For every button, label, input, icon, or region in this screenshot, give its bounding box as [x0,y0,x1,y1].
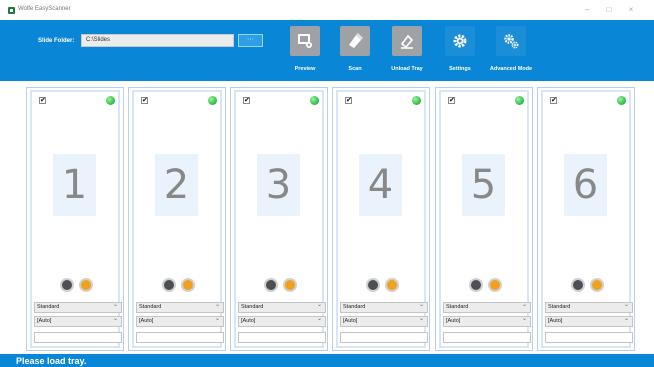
slide-preview-area: 5 [462,154,505,216]
slide-name-input[interactable] [136,332,224,343]
minimize-button[interactable]: – [580,4,594,16]
maximize-button[interactable]: □ [602,4,616,16]
status-message: Please load tray. [16,356,87,366]
app-logo-icon [8,7,15,14]
slot-4: ✔ 4 Standard [Auto] [332,87,430,351]
unload-icon [392,26,422,56]
slot-checkbox[interactable]: ✔ [141,97,148,104]
slot-checkbox[interactable]: ✔ [39,97,46,104]
slot-checkbox[interactable]: ✔ [345,97,352,104]
slot-action-button-dark[interactable] [366,278,380,292]
slide-name-input[interactable] [340,332,428,343]
slot-action-button-dark[interactable] [162,278,176,292]
slot-panel: ✔ 1 Standard [Auto] [30,90,122,348]
slot-checkbox[interactable]: ✔ [550,97,557,104]
slot-action-button-orange[interactable] [283,278,297,292]
slide-folder-label: Slide Folder: [38,38,75,44]
option-select[interactable]: [Auto] [545,315,633,327]
status-led-icon [208,96,217,105]
option-select[interactable]: [Auto] [443,315,531,327]
slot-panel: ✔ 2 Standard [Auto] [132,90,224,348]
slot-number: 4 [367,162,394,208]
status-bar: Please load tray. [0,354,654,367]
slide-preview-area: 4 [359,154,402,216]
slide-name-input[interactable] [443,332,531,343]
slide-name-input[interactable] [545,332,633,343]
slot-2: ✔ 2 Standard [Auto] [128,87,226,351]
slide-folder-input[interactable]: C:\Slides [81,34,234,47]
slot-action-button-orange[interactable] [590,278,604,292]
slide-preview-area: 2 [155,154,198,216]
slot-3: ✔ 3 Standard [Auto] [230,87,328,351]
slot-action-button-dark[interactable] [264,278,278,292]
mode-select[interactable]: Standard [238,301,326,313]
slot-number: 2 [163,162,190,208]
slot-action-button-orange[interactable] [385,278,399,292]
option-select[interactable]: [Auto] [34,315,122,327]
option-select[interactable]: [Auto] [136,315,224,327]
settings-icon [445,26,475,56]
status-led-icon [310,96,319,105]
option-select[interactable]: [Auto] [340,315,428,327]
slot-action-button-orange[interactable] [79,278,93,292]
scan-icon [340,26,370,56]
slot-number: 5 [470,162,497,208]
option-select[interactable]: [Auto] [238,315,326,327]
slide-preview-area: 3 [257,154,300,216]
status-led-icon [515,96,524,105]
slot-panel: ✔ 4 Standard [Auto] [336,90,428,348]
slot-panel: ✔ 6 Standard [Auto] [541,90,633,348]
title-bar: Wolfe EasyScanner – □ × [0,0,654,20]
browse-folder-button[interactable]: ··· [238,34,263,47]
mode-select[interactable]: Standard [136,301,224,313]
slot-6: ✔ 6 Standard [Auto] [537,87,635,351]
slot-action-button-dark[interactable] [571,278,585,292]
slot-panel: ✔ 3 Standard [Auto] [234,90,326,348]
advanced-mode-button[interactable]: Advanced Mode [480,24,542,76]
slot-1: ✔ 1 Standard [Auto] [26,87,124,351]
mode-select[interactable]: Standard [34,301,122,313]
slide-name-input[interactable] [34,332,122,343]
window-title: Wolfe EasyScanner [18,6,71,12]
advanced-mode-label: Advanced Mode [489,66,533,72]
slot-number: 3 [265,162,292,208]
slot-number: 1 [61,162,88,208]
slot-action-button-dark[interactable] [60,278,74,292]
slot-action-button-orange[interactable] [181,278,195,292]
mode-select[interactable]: Standard [443,301,531,313]
slot-checkbox[interactable]: ✔ [448,97,455,104]
slide-preview-area: 6 [564,154,607,216]
slot-5: ✔ 5 Standard [Auto] [435,87,533,351]
slide-preview-area: 1 [53,154,96,216]
slot-action-button-dark[interactable] [469,278,483,292]
mode-select[interactable]: Standard [340,301,428,313]
preview-icon [290,26,320,56]
mode-select[interactable]: Standard [545,301,633,313]
status-led-icon [412,96,421,105]
slot-panel: ✔ 5 Standard [Auto] [439,90,531,348]
status-led-icon [617,96,626,105]
slot-action-button-orange[interactable] [488,278,502,292]
slot-checkbox[interactable]: ✔ [243,97,250,104]
slide-name-input[interactable] [238,332,326,343]
close-button[interactable]: × [624,4,638,16]
app-window: Wolfe EasyScanner – □ × Slide Folder: C:… [0,0,654,367]
slot-number: 6 [572,162,599,208]
advanced-settings-icon [496,26,526,56]
status-led-icon [106,96,115,105]
